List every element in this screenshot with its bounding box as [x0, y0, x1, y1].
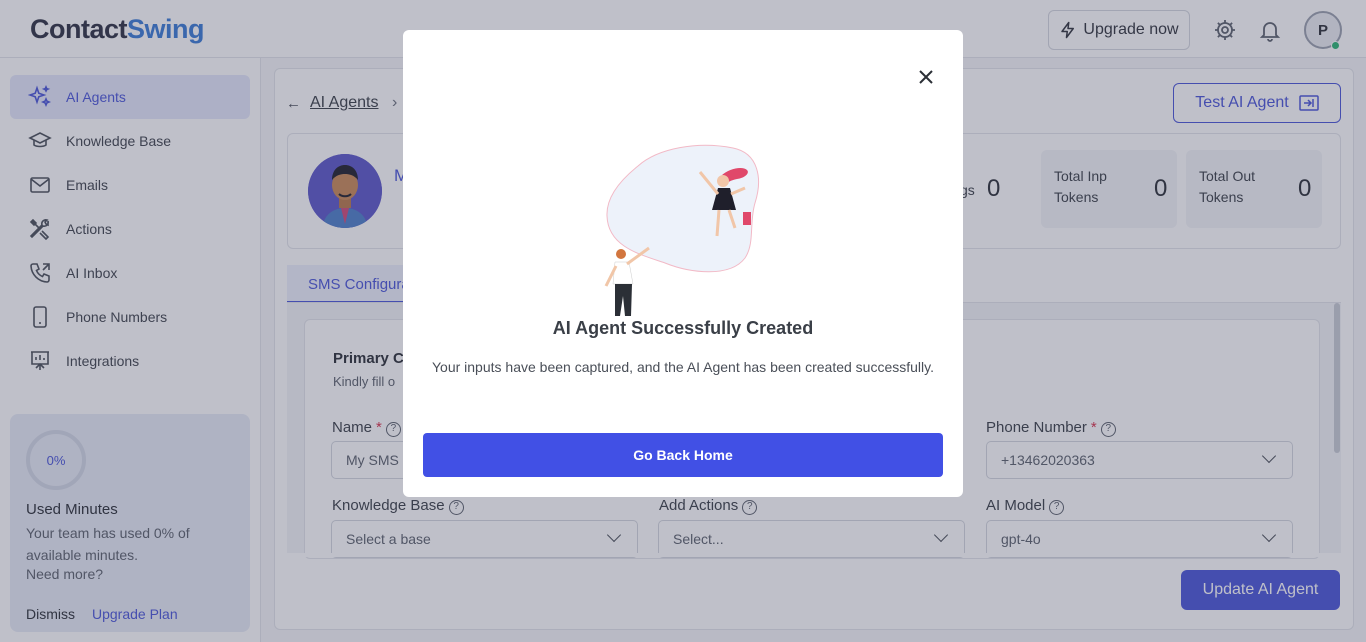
go-back-home-button[interactable]: Go Back Home	[423, 433, 943, 477]
close-icon[interactable]	[915, 66, 937, 88]
celebration-illustration	[604, 144, 759, 316]
success-modal: AI Agent Successfully Created Your input…	[403, 30, 963, 497]
modal-message: Your inputs have been captured, and the …	[431, 359, 935, 375]
modal-title: AI Agent Successfully Created	[552, 318, 814, 338]
